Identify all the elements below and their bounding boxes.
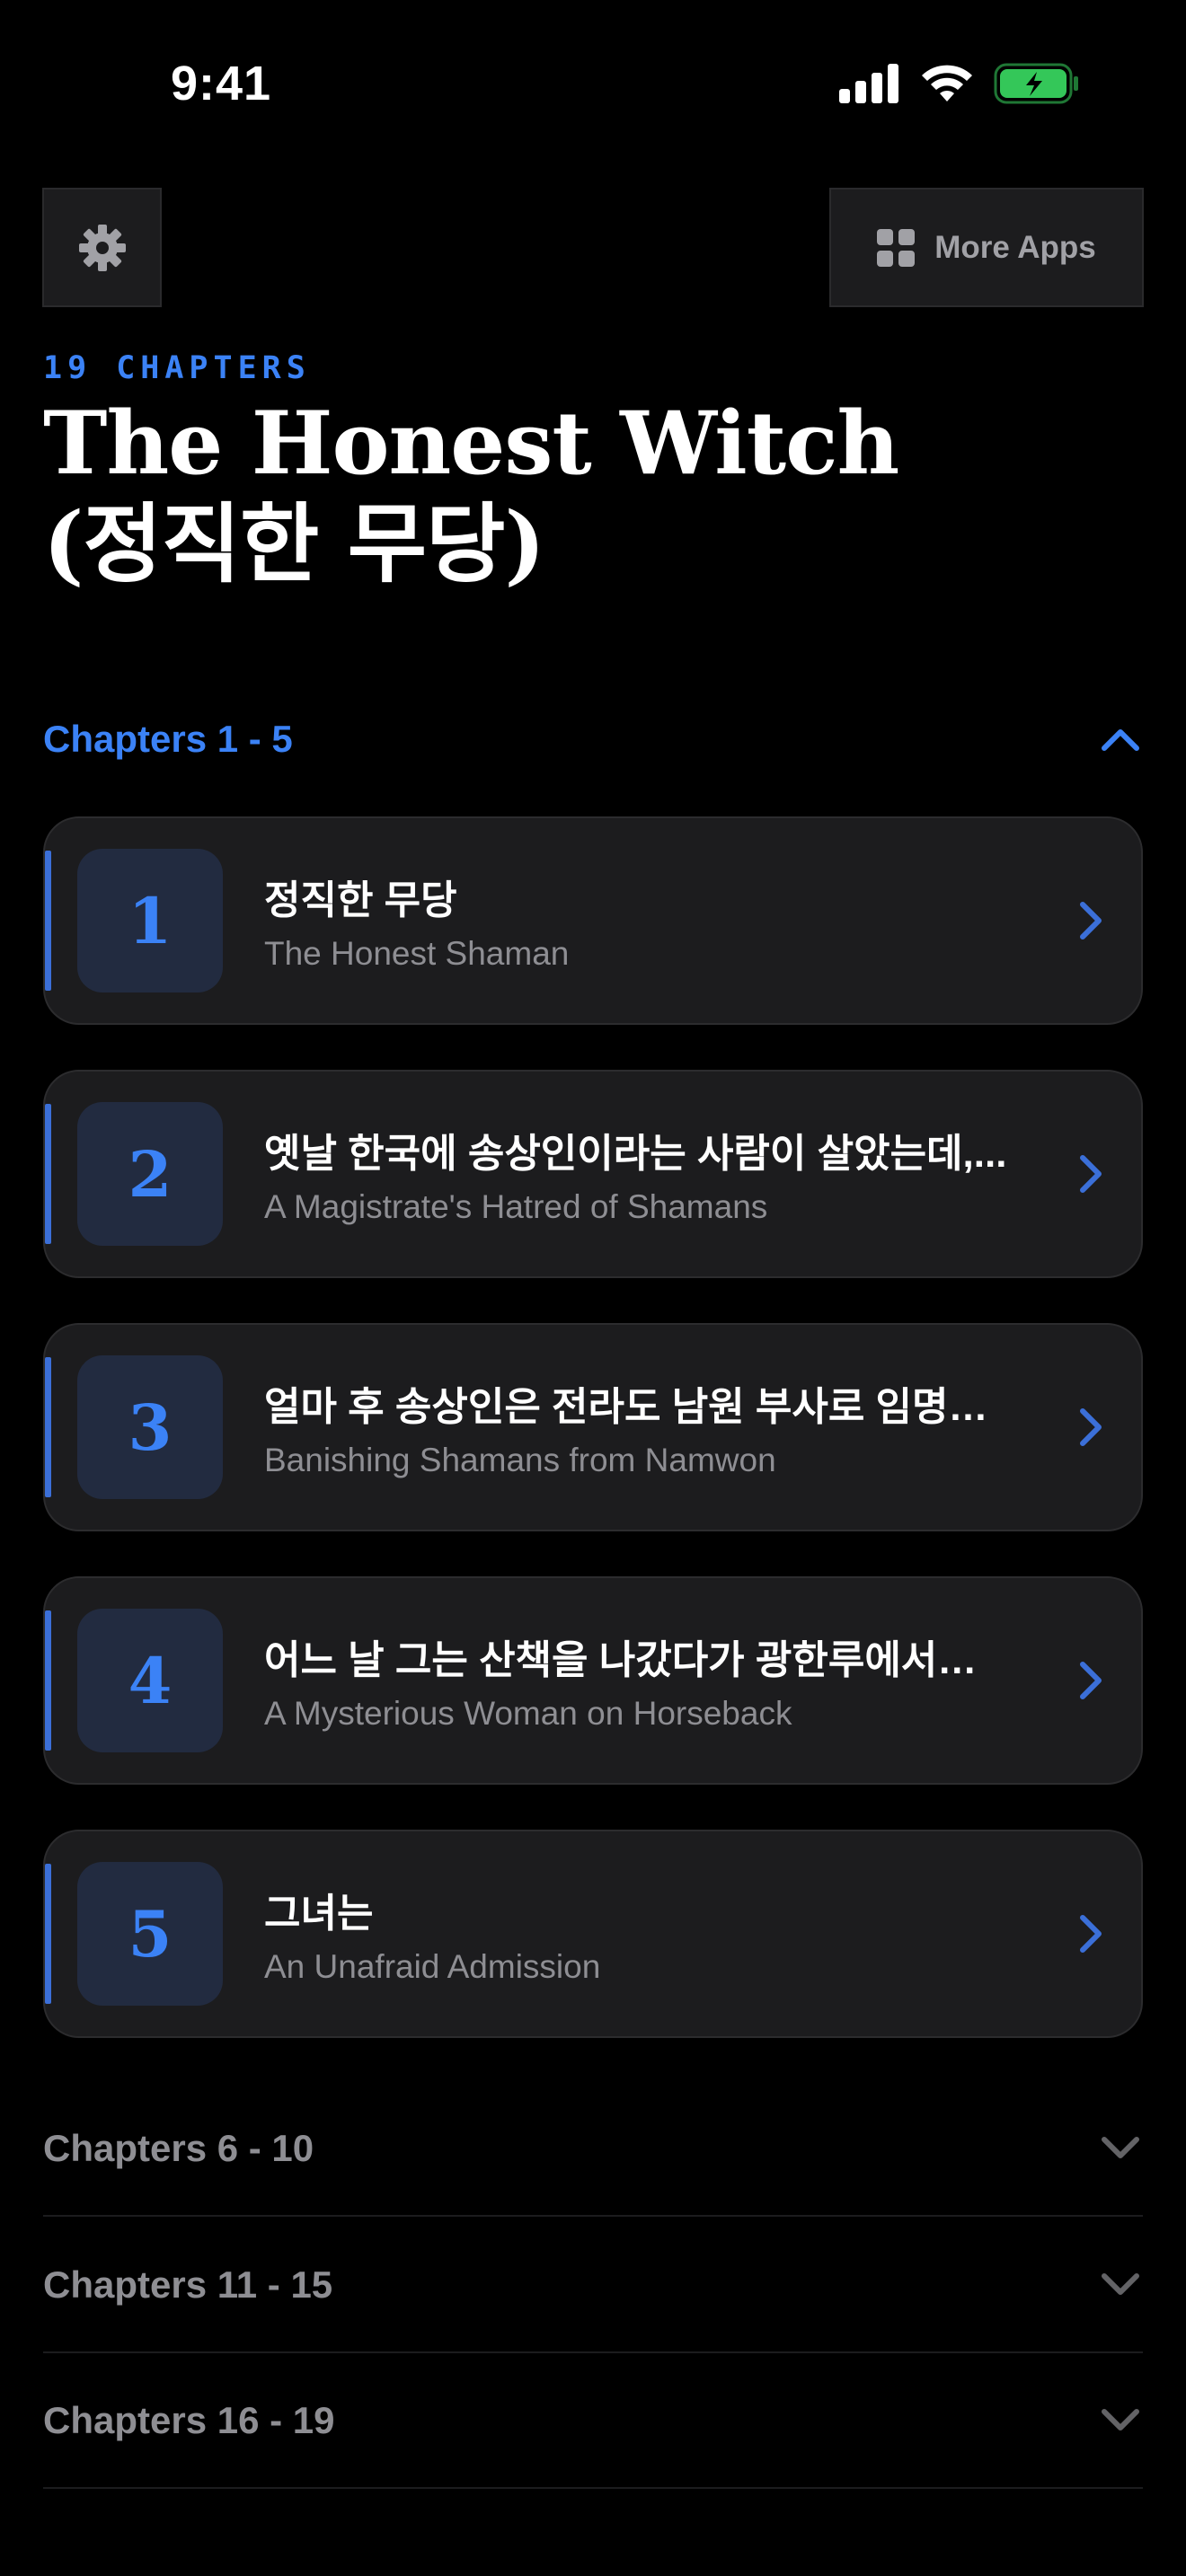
chapter-english-title: A Magistrate's Hatred of Shamans: [264, 1188, 768, 1225]
chevron-down-icon: [1098, 2263, 1143, 2307]
section-label: Chapters 16 - 19: [43, 2399, 335, 2441]
chapter-number: 4: [77, 1609, 223, 1752]
settings-button[interactable]: [42, 188, 162, 307]
section-chapters-6-10[interactable]: Chapters 6 - 10: [43, 2082, 1143, 2217]
chapter-english-title: A Mysterious Woman on Horseback: [264, 1695, 792, 1732]
chapter-korean-title: 옛날 한국에 송상인이라는 사람이 살았는데,...: [264, 1132, 1007, 1176]
chapter-korean-title: 그녀는: [264, 1892, 374, 1936]
chevron-right-icon: [1067, 1404, 1114, 1451]
card-accent-bar: [45, 851, 51, 991]
title-line-2: (정직한 무당): [43, 493, 545, 595]
chapter-number: 3: [77, 1355, 223, 1499]
chapter-english-title: Banishing Shamans from Namwon: [264, 1442, 776, 1478]
chapter-number: 5: [77, 1862, 223, 2006]
chevron-down-icon: [1098, 2126, 1143, 2171]
grid-icon: [877, 228, 916, 267]
chapter-card-2[interactable]: 2 옛날 한국에 송상인이라는 사람이 살았는데,... A Magistrat…: [43, 1070, 1143, 1278]
chapter-korean-title: 얼마 후 송상인은 전라도 남원 부사로 임명되…: [264, 1385, 1019, 1429]
more-apps-button[interactable]: More Apps: [829, 188, 1144, 307]
battery-icon: [994, 63, 1078, 104]
chapter-english-title: An Unafraid Admission: [264, 1948, 601, 1985]
chevron-right-icon: [1067, 1151, 1114, 1197]
card-accent-bar: [45, 1104, 51, 1244]
card-accent-bar: [45, 1864, 51, 2004]
wifi-icon: [922, 65, 972, 101]
status-time: 9:41: [171, 57, 272, 110]
chapter-number: 1: [77, 849, 223, 992]
page-title: The Honest Witch (정직한 무당): [43, 393, 1121, 595]
chapter-english-title: The Honest Shaman: [264, 935, 570, 972]
chevron-up-icon: [1098, 717, 1143, 762]
card-accent-bar: [45, 1357, 51, 1497]
chevron-right-icon: [1067, 897, 1114, 944]
chapter-card-4[interactable]: 4 어느 날 그는 산책을 나갔다가 광한루에서… A Mysterious W…: [43, 1576, 1143, 1785]
section-chapters-1-5[interactable]: Chapters 1 - 5: [43, 672, 1143, 807]
section-label: Chapters 11 - 15: [43, 2263, 333, 2306]
chapter-korean-title: 정직한 무당: [264, 878, 457, 922]
card-accent-bar: [45, 1610, 51, 1751]
chapter-card-3[interactable]: 3 얼마 후 송상인은 전라도 남원 부사로 임명되… Banishing Sh…: [43, 1323, 1143, 1531]
section-chapters-16-19[interactable]: Chapters 16 - 19: [43, 2354, 1143, 2489]
more-apps-label: More Apps: [934, 229, 1096, 265]
title-line-1: The Honest Witch: [43, 393, 899, 494]
chapter-korean-title: 어느 날 그는 산책을 나갔다가 광한루에서…: [264, 1638, 978, 1682]
chapter-count: 19 CHAPTERS: [43, 350, 311, 386]
signal-icon: [839, 64, 898, 103]
section-label: Chapters 6 - 10: [43, 2127, 314, 2169]
gear-icon: [78, 224, 126, 271]
chapter-card-5[interactable]: 5 그녀는 An Unafraid Admission: [43, 1830, 1143, 2038]
status-icons: [839, 63, 1080, 104]
section-label: Chapters 1 - 5: [43, 718, 293, 760]
section-chapters-11-15[interactable]: Chapters 11 - 15: [43, 2219, 1143, 2353]
chevron-right-icon: [1067, 1910, 1114, 1957]
chapter-number: 2: [77, 1102, 223, 1246]
chevron-down-icon: [1098, 2398, 1143, 2443]
chevron-right-icon: [1067, 1657, 1114, 1704]
chapter-card-1[interactable]: 1 정직한 무당 The Honest Shaman: [43, 816, 1143, 1025]
